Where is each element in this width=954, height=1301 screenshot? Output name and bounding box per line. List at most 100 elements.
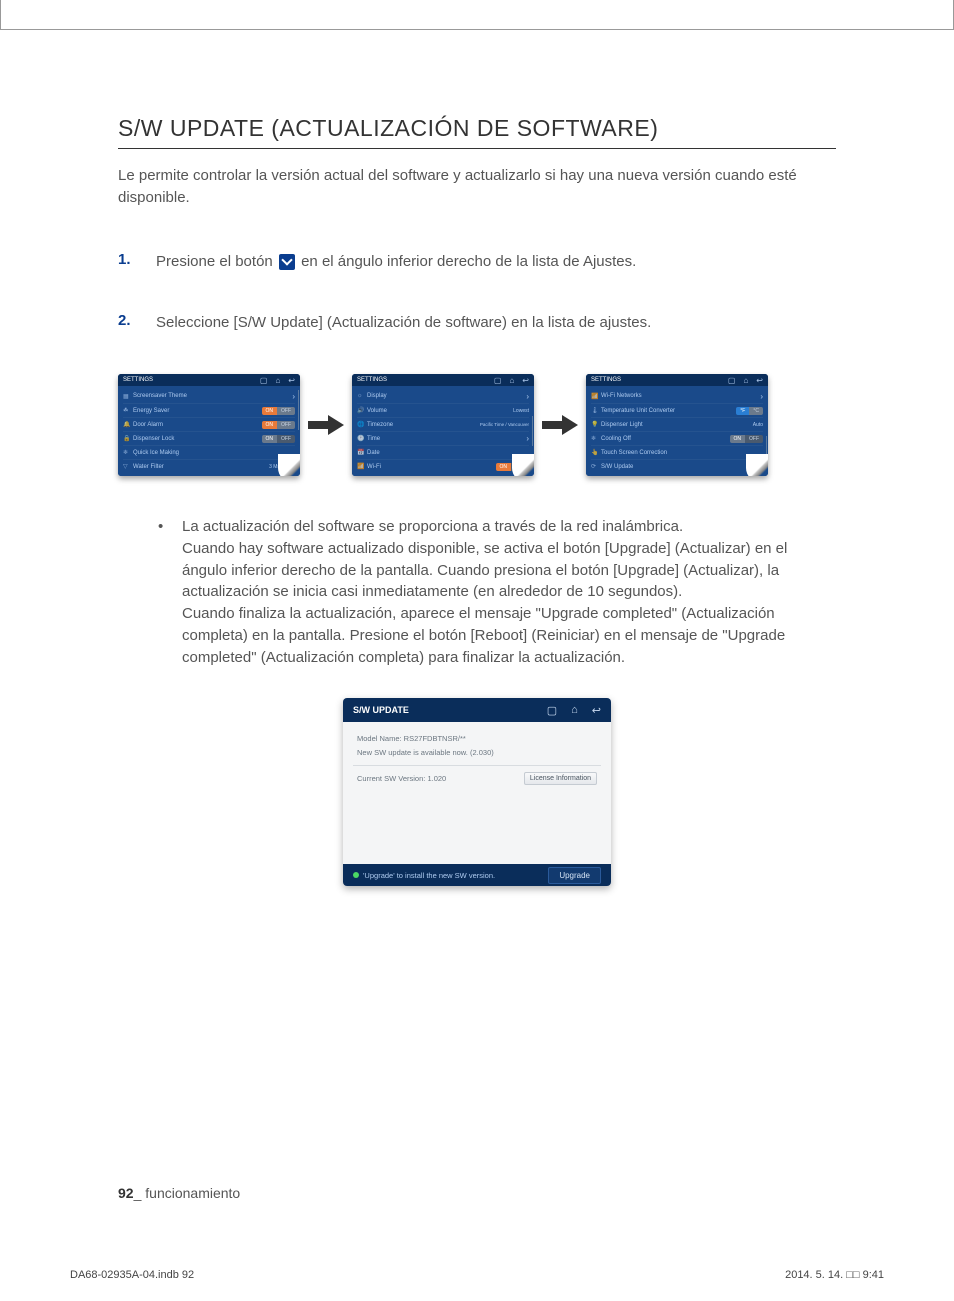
- arrow-icon: [308, 413, 344, 437]
- sw-panel-footer: 'Upgrade' to install the new SW version.…: [343, 864, 611, 886]
- wifi-icon: 📶: [591, 393, 598, 400]
- settings-screen-3: SETTINGS ▢ ⌂ ↩ 📶Wi-Fi Networks› 🌡Temperatu…: [586, 374, 768, 476]
- current-version-text: Current SW Version: 1.020: [357, 774, 446, 783]
- setting-row: ⟳S/W Update›: [591, 459, 763, 473]
- chevron-right-icon: ›: [526, 434, 529, 443]
- filter-icon: ▽: [123, 463, 130, 470]
- step-number: 1.: [118, 251, 156, 273]
- setting-row: ☘Energy SaverONOFF: [123, 403, 295, 417]
- setting-row: 🔊VolumeLowest: [357, 403, 529, 417]
- arrow-icon: [542, 413, 578, 437]
- step-number: 2.: [118, 312, 156, 334]
- footer-message: 'Upgrade' to install the new SW version.: [363, 871, 495, 880]
- image-icon: ▦: [123, 393, 130, 400]
- setting-row: 🔒Dispenser LockONOFF: [123, 431, 295, 445]
- step-2: 2. Seleccione [S/W Update] (Actualizació…: [118, 312, 836, 334]
- on-off-toggle[interactable]: ONOFF: [262, 435, 296, 443]
- setting-row: ▽Water Filter3 Mnths left: [123, 459, 295, 473]
- intro-text: Le permite controlar la versión actual d…: [118, 165, 836, 209]
- setting-row: 📶Wi-FiONOFF: [357, 459, 529, 473]
- bell-icon: 🔔: [123, 421, 130, 428]
- setting-row: ❄Cooling OffONOFF: [591, 431, 763, 445]
- page-curl: [512, 454, 534, 476]
- print-timestamp: 2014. 5. 14. □□ 9:41: [785, 1269, 884, 1281]
- scrollbar[interactable]: [532, 416, 533, 446]
- header-title: SETTINGS: [357, 377, 387, 383]
- sw-update-panel: S/W UPDATE ▢ ⌂ ↩ Model Name: RS27FDBTNSR…: [343, 698, 611, 886]
- setting-row: 🕐Time›: [357, 431, 529, 445]
- brightness-icon: ☼: [357, 393, 364, 400]
- print-filename: DA68-02935A-04.indb 92: [70, 1269, 194, 1281]
- bullet-text: La actualización del software se proporc…: [182, 516, 836, 668]
- upgrade-button[interactable]: Upgrade: [548, 867, 601, 884]
- on-off-toggle[interactable]: ONOFF: [730, 435, 764, 443]
- header-title: SETTINGS: [123, 377, 153, 383]
- info-bullet: • La actualización del software se propo…: [158, 516, 836, 668]
- unit-toggle[interactable]: °F°C: [736, 407, 763, 415]
- setting-row: 📶Wi-Fi Networks›: [591, 389, 763, 403]
- setting-row: 🔔Door AlarmONOFF: [123, 417, 295, 431]
- setting-row: 🌡Temperature Unit Converter°F°C: [591, 403, 763, 417]
- status-dot-icon: [353, 872, 359, 878]
- sd-icon: ▢: [260, 376, 268, 385]
- sw-panel-title: S/W UPDATE: [353, 705, 409, 715]
- home-icon[interactable]: ⌂: [571, 704, 578, 717]
- sw-header-icons: ▢ ⌂ ↩: [547, 704, 601, 717]
- thermometer-icon: 🌡: [591, 407, 598, 414]
- home-icon: ⌂: [509, 376, 514, 385]
- setting-row: 🌐TimezonePacific Time / Vancouver: [357, 417, 529, 431]
- clock-icon: 🕐: [357, 435, 364, 442]
- on-off-toggle[interactable]: ONOFF: [262, 407, 296, 415]
- leaf-icon: ☘: [123, 407, 130, 414]
- wifi-icon: 📶: [357, 463, 364, 470]
- chevron-right-icon: ›: [760, 392, 763, 401]
- license-info-button[interactable]: License Information: [524, 772, 597, 785]
- globe-icon: 🌐: [357, 421, 364, 428]
- setting-row: ❄Quick Ice Making: [123, 445, 295, 459]
- update-icon: ⟳: [591, 463, 598, 470]
- calendar-icon: 📅: [357, 449, 364, 456]
- chevron-right-icon: ›: [526, 392, 529, 401]
- screenshots-row: SETTINGS ▢ ⌂ ↩ ▦Screensaver Theme› ☘Energy…: [118, 374, 836, 476]
- step-text: Seleccione [S/W Update] (Actualización d…: [156, 312, 836, 334]
- sd-icon: ▢: [494, 376, 502, 385]
- page-curl: [278, 454, 300, 476]
- page-title: S/W UPDATE (ACTUALIZACIÓN DE SOFTWARE): [118, 115, 836, 149]
- print-footer: DA68-02935A-04.indb 92 2014. 5. 14. □□ 9…: [70, 1269, 884, 1281]
- sd-icon: ▢: [728, 376, 736, 385]
- scrollbar[interactable]: [298, 390, 299, 430]
- settings-screen-1: SETTINGS ▢ ⌂ ↩ ▦Screensaver Theme› ☘Energy…: [118, 374, 300, 476]
- home-icon: ⌂: [743, 376, 748, 385]
- header-icons: ▢ ⌂ ↩: [260, 376, 295, 385]
- back-icon: ↩: [522, 376, 529, 385]
- back-icon: ↩: [756, 376, 763, 385]
- model-name-text: Model Name: RS27FDBTNSR/**: [357, 734, 597, 743]
- settings-screen-2: SETTINGS ▢ ⌂ ↩ ☼Display› 🔊VolumeLowest 🌐Ti…: [352, 374, 534, 476]
- page-number-footer: 92_ funcionamiento: [118, 1185, 240, 1201]
- step-1: 1. Presione el botón en el ángulo inferi…: [118, 251, 836, 273]
- setting-row: 📅Date: [357, 445, 529, 459]
- chevron-right-icon: ›: [292, 392, 295, 401]
- on-off-toggle[interactable]: ONOFF: [262, 421, 296, 429]
- sd-icon[interactable]: ▢: [547, 704, 557, 717]
- ice-icon: ❄: [123, 449, 130, 456]
- step-text: Presione el botón en el ángulo inferior …: [156, 251, 836, 273]
- volume-icon: 🔊: [357, 407, 364, 414]
- lock-icon: 🔒: [123, 435, 130, 442]
- back-icon: ↩: [288, 376, 295, 385]
- divider: [353, 765, 601, 766]
- header-icons: ▢ ⌂ ↩: [728, 376, 763, 385]
- back-icon[interactable]: ↩: [592, 704, 601, 717]
- touch-icon: 👆: [591, 449, 598, 456]
- setting-row: ☼Display›: [357, 389, 529, 403]
- screen-header: SETTINGS ▢ ⌂ ↩: [352, 374, 534, 386]
- header-title: SETTINGS: [591, 377, 621, 383]
- setting-row: 💡Dispenser LightAuto: [591, 417, 763, 431]
- bulb-icon: 💡: [591, 421, 598, 428]
- screen-header: SETTINGS ▢ ⌂ ↩: [586, 374, 768, 386]
- setting-row: ▦Screensaver Theme›: [123, 389, 295, 403]
- home-icon: ⌂: [275, 376, 280, 385]
- screen-header: SETTINGS ▢ ⌂ ↩: [118, 374, 300, 386]
- bullet-mark: •: [158, 516, 182, 668]
- setting-row: 👆Touch Screen Correction: [591, 445, 763, 459]
